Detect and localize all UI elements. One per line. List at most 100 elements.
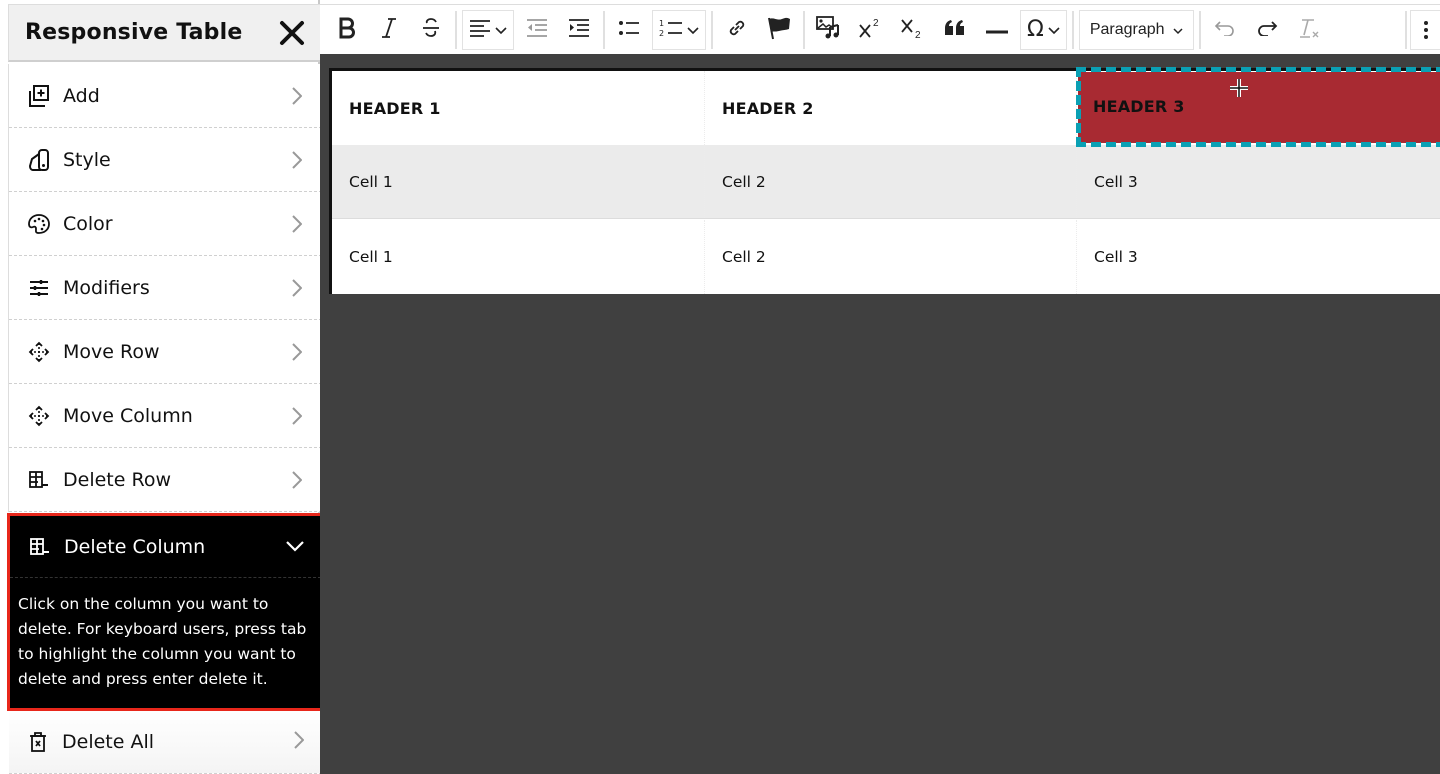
indent-button[interactable] (559, 11, 599, 49)
svg-text:1: 1 (659, 19, 664, 28)
toolbar-divider (455, 10, 457, 49)
blockquote-button[interactable] (935, 11, 975, 49)
menu-item-move-column[interactable]: Move Column (9, 384, 322, 448)
media-button[interactable] (809, 11, 849, 49)
menu-item-label: Add (63, 84, 100, 107)
italic-button[interactable] (369, 11, 409, 49)
table-cell[interactable]: Cell 1 (332, 220, 705, 294)
toolbar-divider (803, 10, 805, 49)
superscript-icon: 2 (858, 17, 884, 43)
strikethrough-icon (421, 17, 441, 43)
menu-item-style[interactable]: Style (9, 128, 322, 192)
table-row: Cell 1 Cell 2 Cell 3 (332, 220, 1440, 294)
table-cell[interactable]: Cell 1 (332, 145, 705, 218)
more-options-button[interactable] (1410, 9, 1440, 50)
strikethrough-button[interactable] (411, 11, 451, 49)
menu-item-modifiers[interactable]: Modifiers (9, 256, 322, 320)
swatch-icon (27, 148, 51, 172)
menu-item-label: Delete Column (64, 535, 206, 558)
media-icon (816, 15, 842, 44)
editor-canvas: HEADER 1 HEADER 2 Cell 1 Cell 2 Cell 3 C… (320, 54, 1440, 774)
panel-title: Responsive Table (25, 20, 243, 45)
omega-icon: Ω (1027, 17, 1044, 42)
outdent-button[interactable] (517, 11, 557, 49)
undo-button[interactable] (1205, 11, 1245, 49)
close-icon[interactable] (278, 19, 306, 47)
chevron-right-icon (290, 214, 304, 234)
horizontal-line-icon (985, 20, 1009, 39)
toolbar-divider (603, 10, 605, 49)
outdent-icon (526, 18, 548, 41)
align-dropdown[interactable] (462, 9, 514, 50)
menu-item-color[interactable]: Color (9, 192, 322, 256)
quote-icon (944, 19, 966, 41)
table-cell[interactable]: Cell 2 (705, 220, 1077, 294)
add-layer-icon (27, 84, 51, 108)
align-left-icon (469, 19, 491, 41)
special-characters-dropdown[interactable]: Ω (1020, 9, 1067, 50)
move-icon (27, 340, 51, 364)
undo-icon (1214, 20, 1236, 40)
paragraph-format-label: Paragraph (1089, 20, 1165, 38)
flag-button[interactable] (759, 11, 799, 49)
subscript-button[interactable]: 2 (893, 11, 933, 49)
table-cell[interactable]: Cell 2 (705, 145, 1077, 218)
link-icon (726, 17, 748, 43)
chevron-down-icon (687, 20, 699, 39)
highlighted-header-cell[interactable]: HEADER 3 (1093, 97, 1185, 116)
menu-item-add[interactable]: Add (9, 64, 322, 128)
table-cell[interactable]: Cell 3 (1077, 220, 1440, 294)
table-header-cell[interactable]: HEADER 2 (705, 71, 1077, 145)
chevron-right-icon (290, 278, 304, 298)
menu-item-label: Delete All (62, 731, 155, 753)
sliders-icon (27, 276, 51, 300)
toolbar-divider (1405, 10, 1407, 49)
menu-item-move-row[interactable]: Move Row (9, 320, 322, 384)
more-dot (1423, 20, 1428, 25)
numbered-list-dropdown[interactable]: 12 (652, 9, 706, 50)
menu-item-delete-all[interactable]: Delete All (9, 711, 322, 774)
chevron-right-icon (290, 342, 304, 362)
clear-formatting-button[interactable] (1289, 11, 1329, 49)
flag-icon (766, 16, 792, 44)
bulleted-list-icon (618, 19, 640, 41)
paragraph-format-dropdown[interactable]: Paragraph (1078, 9, 1194, 50)
italic-icon (380, 17, 398, 43)
svg-text:2: 2 (659, 29, 664, 38)
indent-icon (568, 18, 590, 41)
menu-item-label: Modifiers (63, 276, 150, 299)
redo-button[interactable] (1247, 11, 1287, 49)
delete-column-description: Click on the column you want to delete. … (18, 595, 307, 688)
menu-item-label: Color (63, 212, 113, 235)
clear-formatting-icon (1297, 17, 1321, 43)
table-header-cell[interactable]: HEADER 1 (332, 71, 705, 145)
bold-button[interactable] (327, 11, 367, 49)
menu-item-label: Move Column (63, 404, 193, 427)
chevron-down-icon (495, 20, 507, 39)
bold-icon (337, 17, 357, 43)
menu-item-delete-row[interactable]: Delete Row (9, 448, 322, 512)
palette-icon (27, 212, 51, 236)
bulleted-list-button[interactable] (609, 11, 649, 49)
chevron-right-icon (290, 470, 304, 490)
horizontal-line-button[interactable] (977, 11, 1017, 49)
chevron-right-icon (294, 731, 305, 753)
delete-column-icon (28, 535, 52, 559)
trash-icon (26, 730, 50, 754)
crosshair-cursor-icon (1229, 78, 1249, 98)
chevron-right-icon (290, 150, 304, 170)
responsive-table-panel: Responsive Table Add Style Color Modifie… (0, 0, 324, 774)
chevron-right-icon (290, 86, 304, 106)
more-dot (1423, 34, 1428, 39)
superscript-button[interactable]: 2 (851, 11, 891, 49)
link-button[interactable] (717, 11, 757, 49)
table-cell[interactable]: Cell 3 (1077, 145, 1440, 218)
svg-text:2: 2 (915, 30, 921, 40)
chevron-right-icon (290, 406, 304, 426)
redo-icon (1256, 20, 1278, 40)
numbered-list-icon: 12 (659, 18, 683, 42)
chevron-down-icon (1173, 20, 1183, 39)
subscript-icon: 2 (900, 16, 926, 44)
delete-column-toggle[interactable]: Delete Column (10, 516, 321, 578)
svg-text:2: 2 (873, 18, 879, 29)
